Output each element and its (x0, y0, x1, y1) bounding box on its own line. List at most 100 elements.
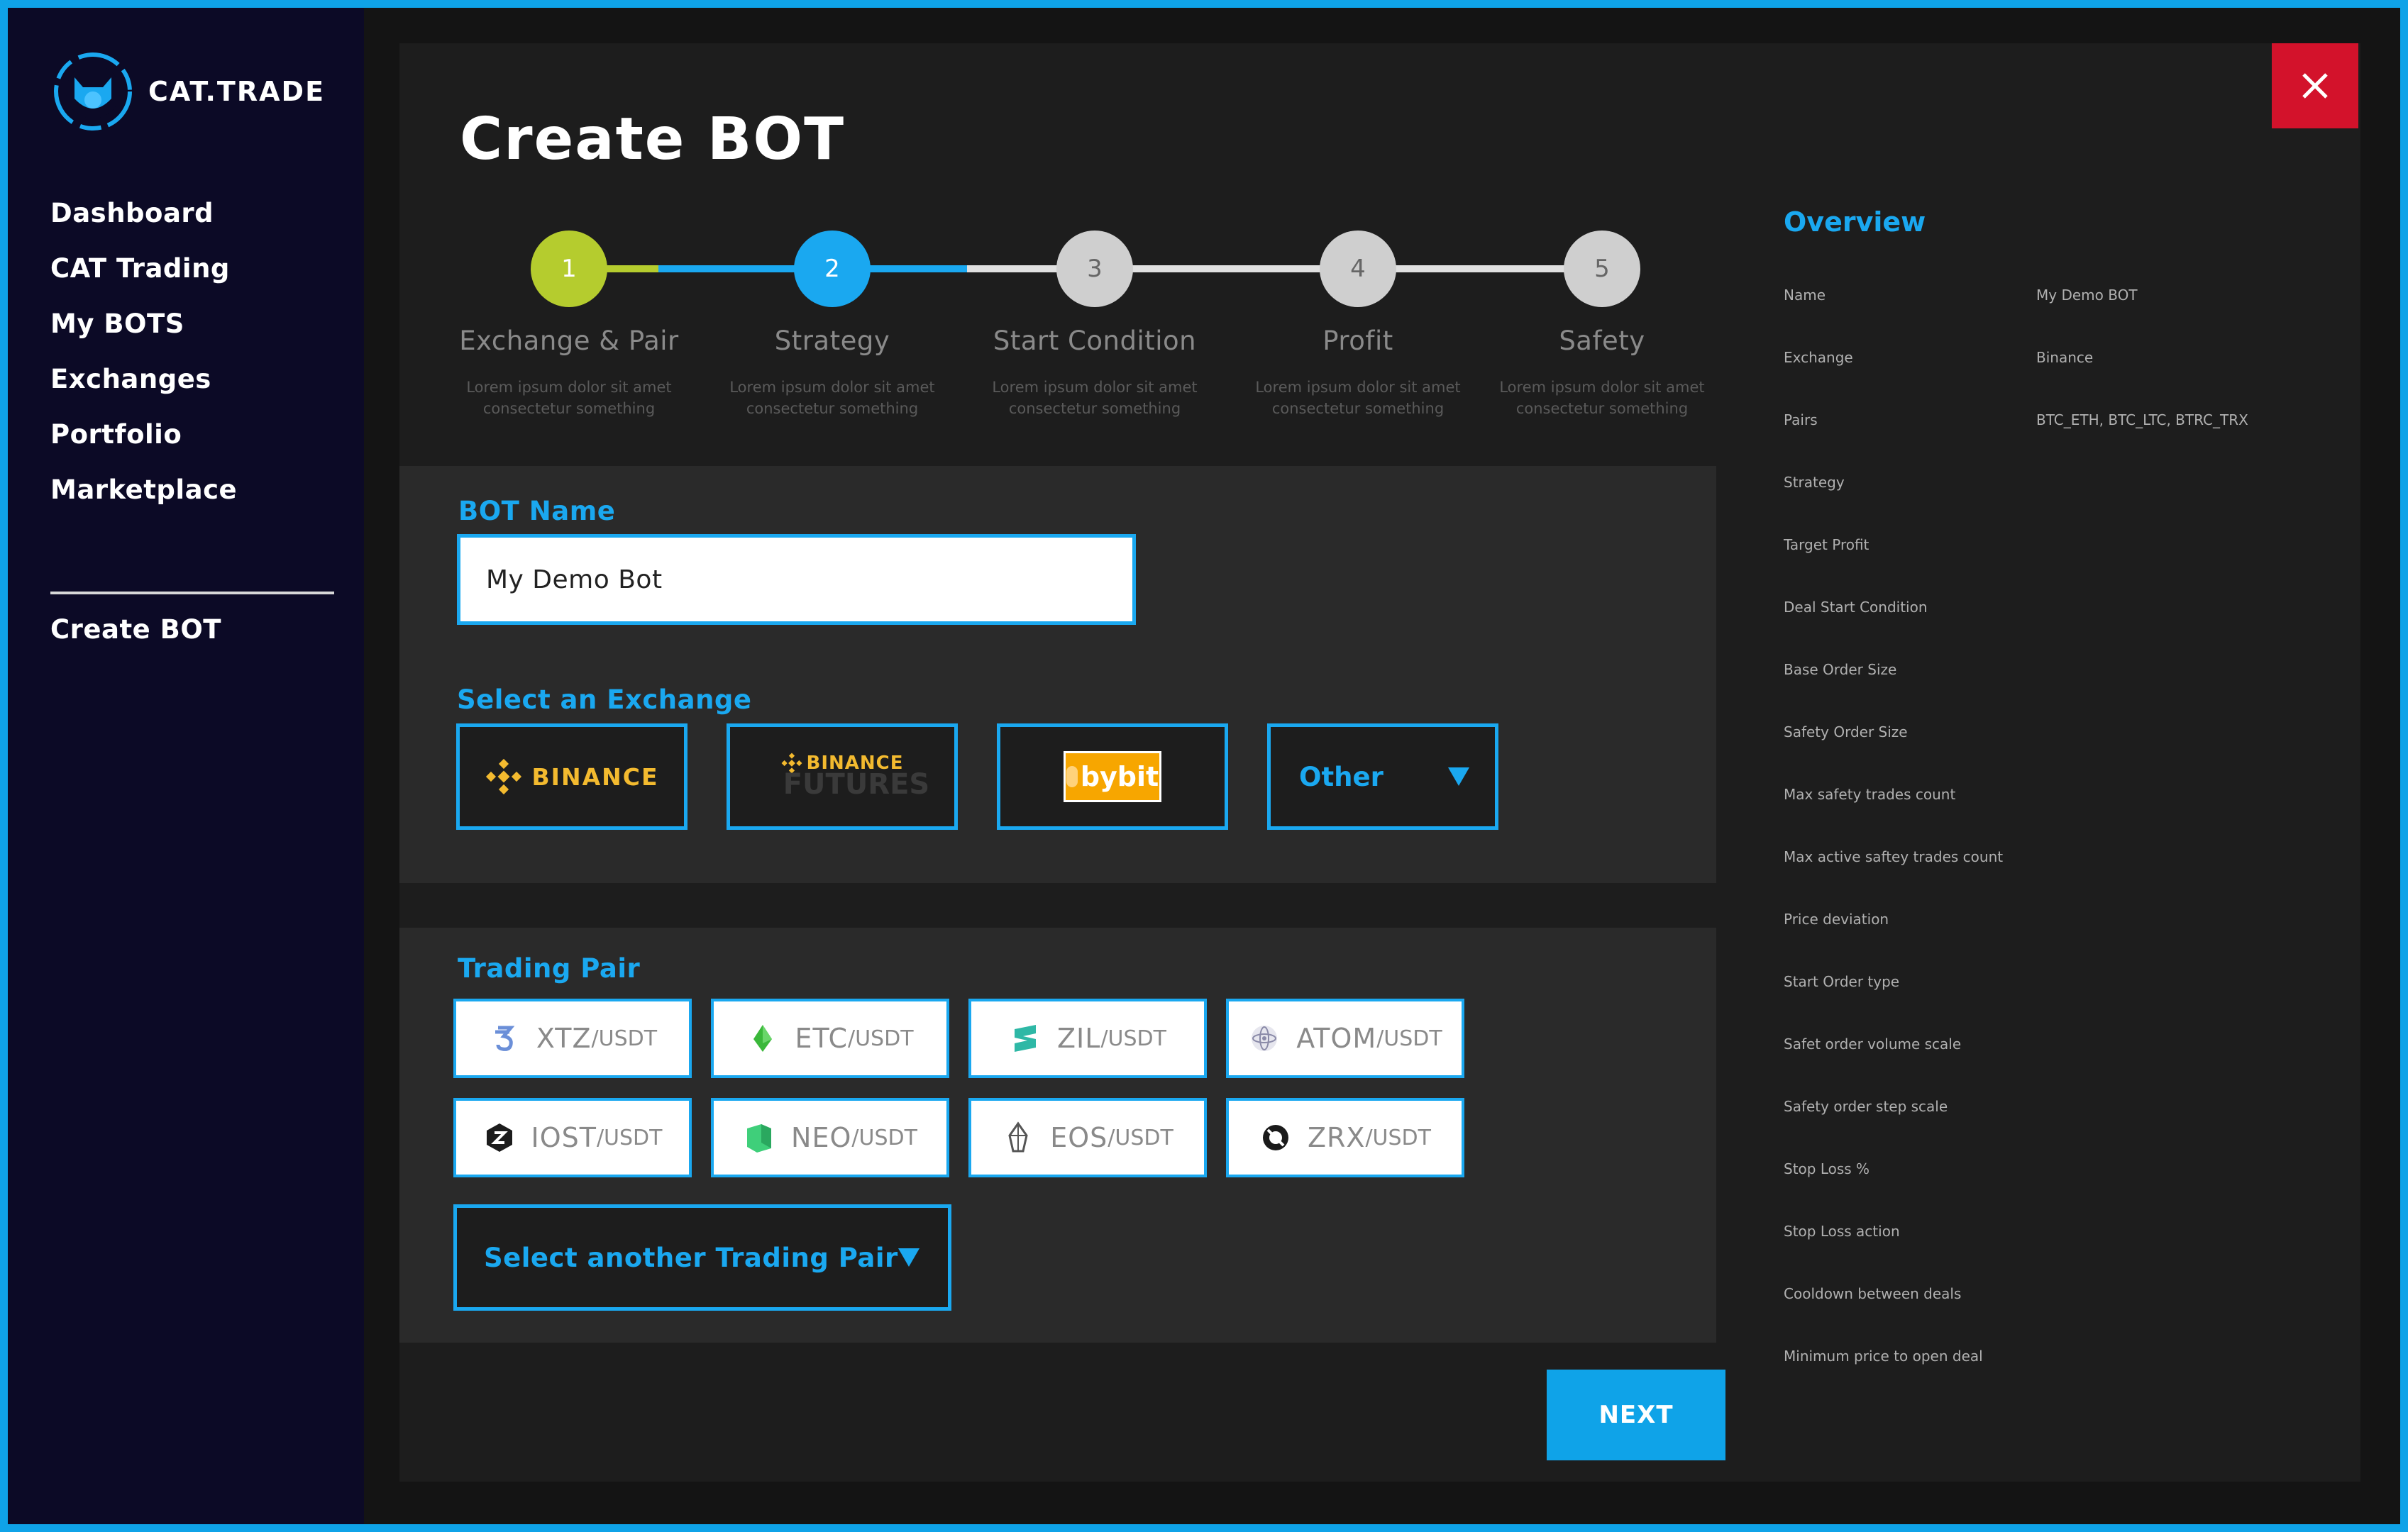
overview-row: Safet order volume scale (1784, 1036, 2337, 1064)
page-title: Create BOT (460, 106, 846, 173)
exchange-bybit-button[interactable]: bybit (997, 723, 1228, 830)
overview-row: Strategy (1784, 474, 2337, 502)
pair-atom-usdt[interactable]: ATOM/USDT (1226, 999, 1464, 1078)
overview-row: Price deviation (1784, 911, 2337, 939)
0x-icon (1262, 1125, 1288, 1150)
sidebar-item-exchanges[interactable]: Exchanges (50, 351, 237, 406)
pair-quote: /USDT (847, 1026, 914, 1051)
logo[interactable]: CAT.TRADE (50, 49, 325, 134)
overview-row: Base Order Size (1784, 661, 2337, 689)
pair-eos-usdt[interactable]: EOS/USDT (968, 1098, 1207, 1177)
trading-pair-label: Trading Pair (458, 953, 641, 984)
step-4-circle[interactable]: 4 (1320, 231, 1396, 307)
trading-pair-dropdown[interactable]: Select another Trading Pair (453, 1204, 951, 1311)
step-4-title: Profit (1322, 326, 1393, 356)
overview-row-label: Minimum price to open deal (1784, 1348, 1983, 1365)
overview-row: Stop Loss action (1784, 1223, 2337, 1251)
pair-zrx-usdt[interactable]: ZRX/USDT (1226, 1098, 1464, 1177)
pair-neo-usdt[interactable]: NEO/USDT (711, 1098, 949, 1177)
overview-row-label: Start Order type (1784, 973, 1900, 990)
pair-zil-usdt[interactable]: ZIL/USDT (968, 999, 1207, 1078)
sidebar-item-dashboard[interactable]: Dashboard (50, 185, 237, 240)
zilliqa-icon (1015, 1025, 1037, 1052)
pair-etc-usdt[interactable]: ETC/USDT (711, 999, 949, 1078)
bot-name-label: BOT Name (458, 496, 616, 526)
sidebar-item-my-bots[interactable]: My BOTS (50, 296, 237, 351)
pair-quote: /USDT (1108, 1125, 1173, 1150)
step-5-title: Safety (1559, 326, 1645, 356)
pair-xtz-usdt[interactable]: XTZ/USDT (453, 999, 692, 1078)
pair-base: ATOM (1296, 1023, 1377, 1054)
tezos-icon (495, 1026, 515, 1051)
sidebar-item-cat-trading[interactable]: CAT Trading (50, 240, 237, 296)
sidebar-item-portfolio[interactable]: Portfolio (50, 406, 237, 462)
pair-base: IOST (531, 1122, 597, 1153)
bot-name-input[interactable]: My Demo Bot (457, 534, 1136, 625)
eos-icon (1008, 1121, 1028, 1153)
overview-row-label: Max active saftey trades count (1784, 848, 2004, 865)
step-2-desc: Lorem ipsum dolor sit amet consectetur so… (729, 379, 935, 417)
pair-base: ETC (795, 1023, 848, 1054)
pair-base: NEO (791, 1122, 852, 1153)
pair-quote: /USDT (591, 1026, 658, 1051)
overview-row: Exchange Binance (1784, 349, 2337, 377)
bybit-logo: bybit (1064, 751, 1161, 802)
step-2-title: Strategy (774, 326, 890, 356)
next-button[interactable]: NEXT (1547, 1370, 1725, 1460)
pair-quote: /USDT (596, 1125, 663, 1150)
step-1-title: Exchange & Pair (459, 326, 679, 356)
overview-row-label: Price deviation (1784, 911, 1889, 928)
overview-row: Cooldown between deals (1784, 1285, 2337, 1314)
step-1-circle[interactable]: 1 (531, 231, 607, 307)
step-1-desc: Lorem ipsum dolor sit amet consectetur so… (466, 379, 672, 417)
step-3-desc: Lorem ipsum dolor sit amet consectetur so… (992, 379, 1198, 417)
exchange-binance-futures-button[interactable]: BINANCE FUTURES (727, 723, 958, 830)
step-5-circle[interactable]: 5 (1564, 231, 1640, 307)
exchange-other-dropdown[interactable]: Other (1267, 723, 1498, 830)
trading-pair-dropdown-label: Select another Trading Pair (484, 1242, 898, 1273)
overview-row: Start Order type (1784, 973, 2337, 1001)
overview-row-label: Deal Start Condition (1784, 599, 1928, 616)
overview-row: Max active saftey trades count (1784, 848, 2337, 877)
bot-exchange-section: BOT Name My Demo Bot Select an Exchange … (399, 466, 1716, 883)
overview-row-label: Exchange (1784, 349, 1853, 366)
pair-quote: /USDT (1376, 1026, 1442, 1051)
overview-row: Pairs BTC_ETH, BTC_LTC, BTRC_TRX (1784, 411, 2337, 440)
overview-row-label: Stop Loss action (1784, 1223, 1900, 1240)
close-button[interactable] (2272, 43, 2358, 128)
overview-title: Overview (1784, 206, 1926, 238)
sidebar-item-create-bot[interactable]: Create BOT (50, 614, 221, 645)
overview-row-label: Safet order volume scale (1784, 1036, 1962, 1053)
pair-base: EOS (1050, 1122, 1108, 1153)
binance-futures-sublabel: FUTURES (783, 768, 930, 801)
overview-row: Minimum price to open deal (1784, 1348, 2337, 1376)
exchange-label: Select an Exchange (457, 684, 752, 715)
pair-base: XTZ (536, 1023, 592, 1054)
iost-icon (486, 1123, 512, 1152)
trading-pair-section: Trading Pair XTZ/USDT ETC/USDT ZIL/USDT … (399, 928, 1716, 1343)
close-icon (2302, 73, 2328, 99)
step-2-circle[interactable]: 2 (794, 231, 871, 307)
step-3-title: Start Condition (993, 326, 1197, 356)
step-5-desc: Lorem ipsum dolor sit amet consectetur so… (1499, 379, 1705, 417)
logo-text: CAT.TRADE (148, 76, 326, 107)
overview-row-label: Base Order Size (1784, 661, 1897, 678)
bybit-label: bybit (1080, 761, 1159, 792)
pair-iost-usdt[interactable]: IOST/USDT (453, 1098, 692, 1177)
overview-row: Safety order step scale (1784, 1098, 2337, 1126)
chevron-down-icon (898, 1248, 919, 1267)
overview-row-label: Safety Order Size (1784, 723, 1908, 740)
exchange-binance-button[interactable]: BINANCE (456, 723, 687, 830)
ethereum-classic-icon (753, 1025, 773, 1052)
app-frame: CAT.TRADE Dashboard CAT Trading My BOTS … (8, 8, 2400, 1524)
sidebar: CAT.TRADE Dashboard CAT Trading My BOTS … (8, 8, 364, 1524)
sidebar-item-marketplace[interactable]: Marketplace (50, 462, 237, 517)
overview-row: Max safety trades count (1784, 786, 2337, 814)
sidebar-nav: Dashboard CAT Trading My BOTS Exchanges … (50, 185, 237, 517)
step-connector-2 (868, 265, 967, 272)
pair-base: ZRX (1307, 1122, 1366, 1153)
step-3-circle[interactable]: 3 (1056, 231, 1133, 307)
cosmos-icon (1252, 1026, 1278, 1051)
overview-row-value: Binance (2036, 349, 2094, 366)
overview-row-label: Cooldown between deals (1784, 1285, 1962, 1302)
